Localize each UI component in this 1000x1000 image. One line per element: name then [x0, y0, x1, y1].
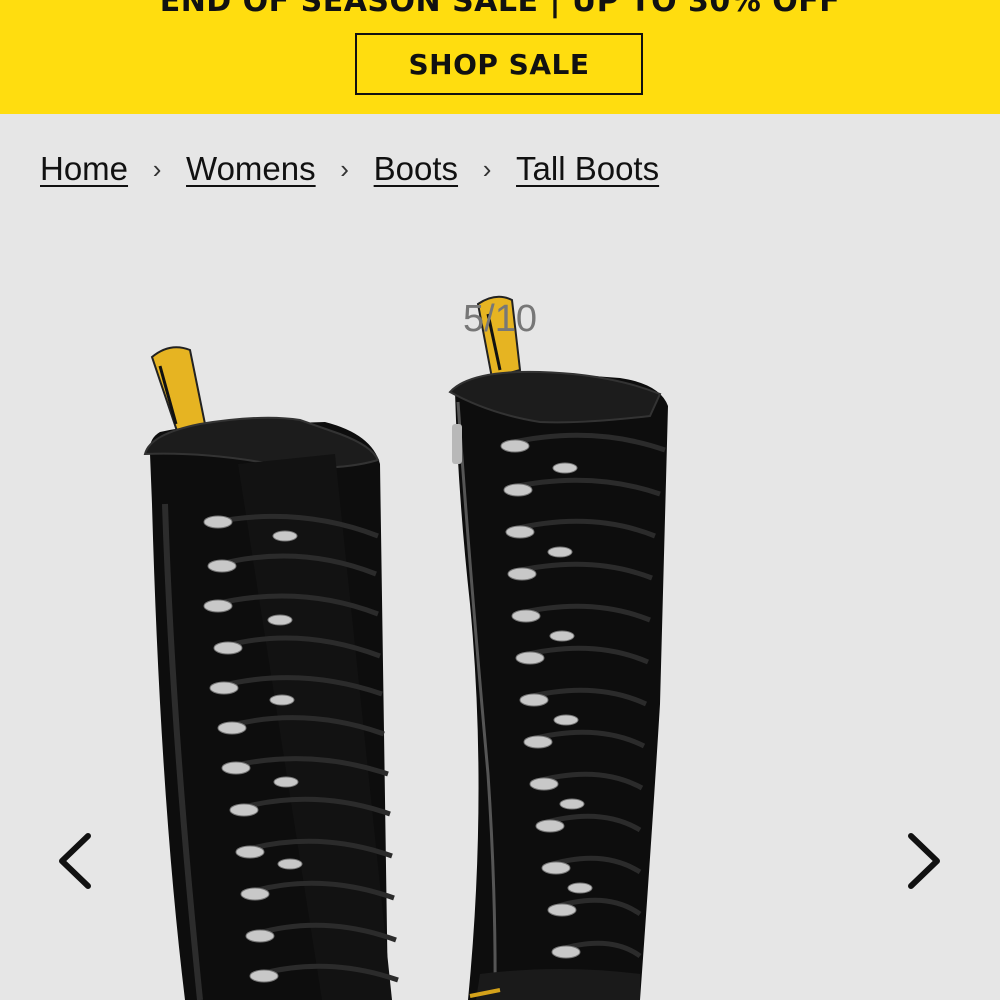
image-counter: 5/10: [463, 298, 537, 340]
breadcrumb-separator-icon: ›: [152, 153, 162, 184]
breadcrumb: Home › Womens › Boots › Tall Boots: [40, 150, 659, 188]
breadcrumb-womens[interactable]: Womens: [186, 150, 316, 188]
breadcrumb-home[interactable]: Home: [40, 150, 128, 188]
chevron-right-icon[interactable]: [893, 826, 953, 896]
breadcrumb-boots[interactable]: Boots: [374, 150, 458, 188]
shop-sale-button[interactable]: SHOP SALE: [355, 33, 643, 95]
breadcrumb-separator-icon: ›: [340, 153, 349, 184]
promo-headline: END OF SEASON SALE | UP TO 30% OFF: [159, 0, 841, 19]
product-image: [143, 295, 668, 1000]
breadcrumb-tall-boots[interactable]: Tall Boots: [516, 150, 659, 188]
breadcrumb-separator-icon: ›: [482, 153, 492, 184]
chevron-left-icon[interactable]: [48, 826, 108, 896]
left-boot: [143, 346, 392, 1000]
promo-banner: END OF SEASON SALE | UP TO 30% OFF SHOP …: [0, 0, 1000, 114]
product-page: Home › Womens › Boots › Tall Boots 5/10: [0, 114, 1000, 1000]
